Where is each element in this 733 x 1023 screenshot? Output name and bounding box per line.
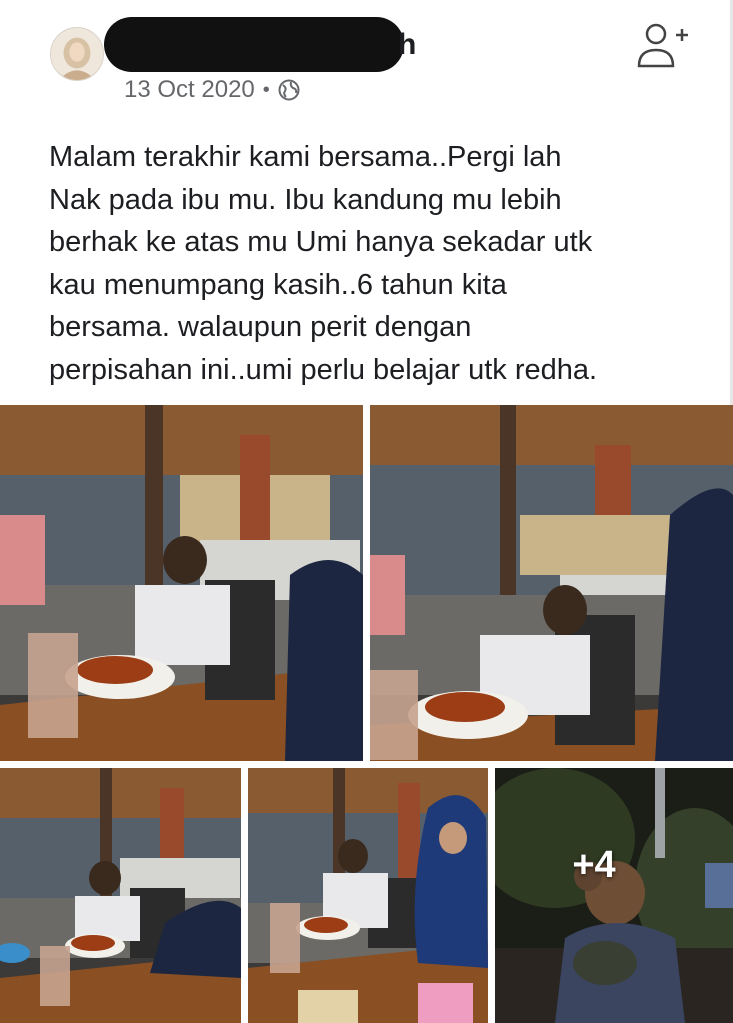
post-text-line: perpisahan ini..umi perlu belajar utk re… bbox=[49, 353, 598, 386]
globe-icon[interactable] bbox=[278, 79, 300, 101]
photo-restaurant-mother bbox=[248, 768, 488, 1023]
photo-restaurant-boy-smiling bbox=[370, 405, 733, 761]
meta-separator: • bbox=[262, 78, 270, 101]
author-name[interactable]: h bbox=[398, 28, 416, 62]
photo-3[interactable] bbox=[0, 768, 241, 1023]
author-name-redaction bbox=[104, 17, 404, 72]
avatar-image bbox=[51, 28, 103, 80]
add-friend-icon[interactable] bbox=[636, 20, 692, 72]
post-text-line: bersama. walaupun perit dengan bbox=[49, 311, 472, 343]
photo-grid: +4 bbox=[0, 405, 733, 1023]
author-avatar[interactable] bbox=[50, 27, 104, 81]
post-text-line: kau menumpang kasih..6 tahun kita bbox=[49, 268, 507, 301]
photo-restaurant-boy bbox=[0, 405, 363, 761]
post-header: h 13 Oct 2020 • bbox=[0, 0, 733, 115]
photo-restaurant-table bbox=[0, 768, 241, 1023]
post-text-line: Malam terakhir kami bersama..Pergi lah bbox=[49, 141, 562, 173]
photo-1[interactable] bbox=[0, 405, 363, 761]
post-text-line: Nak pada ibu mu. Ibu kandung mu lebih bbox=[49, 183, 562, 216]
photo-5-more[interactable]: +4 bbox=[495, 768, 733, 1023]
post-text-line: berhak ke atas mu Umi hanya sekadar utk bbox=[49, 226, 593, 258]
post-meta: 13 Oct 2020 • bbox=[124, 76, 300, 104]
post-text: Malam terakhir kami bersama..Pergi lah N… bbox=[49, 136, 699, 391]
post-date[interactable]: 13 Oct 2020 bbox=[124, 76, 255, 104]
photo-2[interactable] bbox=[370, 405, 733, 761]
more-photos-count[interactable]: +4 bbox=[495, 768, 733, 1023]
photo-4[interactable] bbox=[248, 768, 488, 1023]
